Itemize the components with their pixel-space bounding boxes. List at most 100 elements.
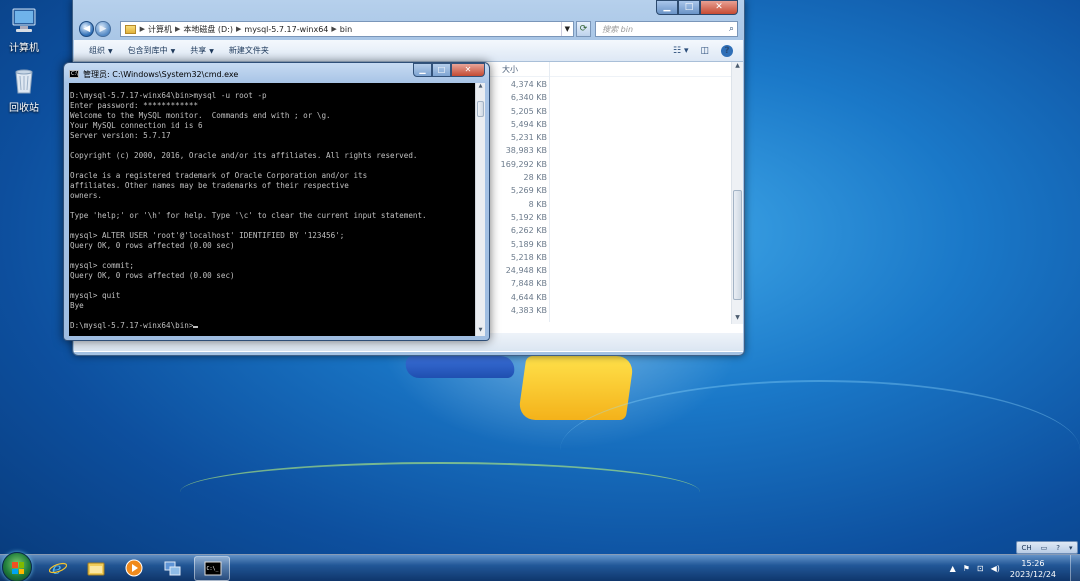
- cmd-window[interactable]: C:\ 管理员: C:\Windows\System32\cmd.exe ▁ □…: [63, 62, 490, 341]
- back-button[interactable]: ◀: [79, 21, 95, 37]
- share-label: 共享: [190, 46, 207, 55]
- chevron-down-icon: ▼: [170, 48, 176, 55]
- include-library-label: 包含到库中: [127, 46, 168, 55]
- view-options-icon[interactable]: ☷ ▾: [673, 46, 688, 56]
- taskbar-explorer[interactable]: [78, 556, 114, 581]
- desktop-icon-computer[interactable]: 计算机: [0, 6, 48, 54]
- media-player-icon: [125, 559, 143, 577]
- svg-text:e: e: [52, 559, 61, 577]
- system-tray: ▲ ⚑ ⊡ ◀) 15:26 2023/12/24: [943, 555, 1080, 581]
- chevron-down-icon[interactable]: ▼: [560, 22, 573, 36]
- help-icon[interactable]: ?: [1056, 544, 1060, 552]
- clock[interactable]: 15:26 2023/12/24: [1010, 558, 1056, 580]
- minimize-button[interactable]: ▁: [656, 0, 678, 15]
- wallpaper-swoosh-2: [560, 380, 1080, 520]
- scroll-down-icon[interactable]: ▼: [732, 314, 743, 324]
- scroll-up-icon[interactable]: ▲: [476, 83, 485, 92]
- file-list-scrollbar[interactable]: ▲ ▼: [731, 62, 743, 324]
- explorer-nav-bar: ◀ ▶ ▶ 计算机 ▶ 本地磁盘 (D:) ▶ mysql-5.7.17-win…: [79, 20, 738, 38]
- scrollbar-thumb[interactable]: [477, 101, 484, 117]
- console-line: mysql> quit: [70, 291, 121, 300]
- scroll-down-icon[interactable]: ▼: [476, 327, 485, 336]
- explorer-icon: [87, 562, 105, 576]
- taskbar-cmd[interactable]: C:\_: [194, 556, 230, 581]
- preview-pane-icon[interactable]: ◫: [700, 46, 709, 56]
- desktop-icon-label: 计算机: [9, 43, 39, 54]
- console-line: Welcome to the MySQL monitor. Commands e…: [70, 111, 331, 120]
- explorer-window-controls: ▁ □ ✕: [656, 0, 738, 15]
- close-button[interactable]: ✕: [700, 0, 738, 15]
- help-icon[interactable]: ?: [721, 44, 733, 57]
- breadcrumb-drive-d[interactable]: 本地磁盘 (D:): [183, 24, 233, 35]
- console-line: affiliates. Other names may be trademark…: [70, 181, 349, 190]
- language-indicator[interactable]: CH: [1021, 544, 1031, 552]
- search-placeholder: 搜索 bin: [602, 24, 634, 34]
- cmd-title-bar[interactable]: C:\ 管理员: C:\Windows\System32\cmd.exe: [69, 66, 238, 82]
- address-bar[interactable]: ▶ 计算机 ▶ 本地磁盘 (D:) ▶ mysql-5.7.17-winx64 …: [119, 21, 574, 37]
- toolbar-right: ☷ ▾ ◫ ?: [673, 44, 733, 57]
- console-output[interactable]: D:\mysql-5.7.17-winx64\bin>mysql -u root…: [69, 83, 475, 336]
- console-line: Type 'help;' or '\h' for help. Type '\c'…: [70, 211, 427, 220]
- clock-date: 2023/12/24: [1009, 569, 1056, 579]
- computer-icon: [9, 6, 39, 36]
- search-input[interactable]: 搜索 bin ⌕: [595, 21, 738, 37]
- scroll-up-icon[interactable]: ▲: [732, 62, 743, 72]
- console-prompt: D:\mysql-5.7.17-winx64\bin>: [70, 321, 194, 330]
- ie-icon: e: [49, 559, 67, 577]
- share-button[interactable]: 共享 ▼: [190, 45, 214, 56]
- breadcrumb-mysql[interactable]: mysql-5.7.17-winx64: [244, 25, 328, 34]
- svg-text:C:\_: C:\_: [207, 566, 220, 572]
- start-button[interactable]: [2, 552, 32, 581]
- taskbar-ie[interactable]: e: [40, 556, 76, 581]
- cmd-close-button[interactable]: ✕: [451, 63, 485, 77]
- cmd-maximize-button[interactable]: □: [432, 63, 451, 77]
- cmd-title: 管理员: C:\Windows\System32\cmd.exe: [83, 69, 239, 79]
- breadcrumb-bin[interactable]: bin: [340, 25, 352, 34]
- taskbar-network-app[interactable]: [154, 556, 190, 581]
- desktop-icon-recycle-bin[interactable]: 回收站: [0, 66, 48, 114]
- chevron-down-icon[interactable]: ▾: [1069, 544, 1073, 552]
- maximize-button[interactable]: □: [678, 0, 700, 15]
- show-desktop-button[interactable]: [1070, 555, 1080, 581]
- forward-button[interactable]: ▶: [95, 21, 111, 37]
- text-cursor: [193, 326, 199, 328]
- cmd-minimize-button[interactable]: ▁: [413, 63, 432, 77]
- chevron-right-icon: ▶: [139, 25, 145, 33]
- breadcrumb-computer[interactable]: 计算机: [148, 24, 172, 35]
- language-bar[interactable]: CH ▭ ? ▾: [1016, 541, 1078, 554]
- flag-icon[interactable]: ⚑: [963, 564, 970, 573]
- cmd-window-controls: ▁ □ ✕: [413, 63, 485, 77]
- column-divider: [549, 62, 550, 322]
- chevron-right-icon: ▶: [236, 25, 242, 33]
- volume-icon[interactable]: ◀): [991, 564, 1000, 573]
- taskbar-media-player[interactable]: [116, 556, 152, 581]
- explorer-toolbar: 组织 ▼ 包含到库中 ▼ 共享 ▼ 新建文件夹 ☷ ▾ ◫ ?: [74, 40, 743, 62]
- network-icon[interactable]: ⊡: [977, 564, 984, 573]
- include-library-button[interactable]: 包含到库中 ▼: [128, 45, 176, 56]
- scrollbar-thumb[interactable]: [733, 190, 742, 300]
- chevron-down-icon: ▼: [209, 48, 214, 55]
- keyboard-icon[interactable]: ▭: [1041, 544, 1048, 552]
- console-line: D:\mysql-5.7.17-winx64\bin>mysql -u root…: [70, 91, 267, 100]
- column-header-size[interactable]: 大小: [502, 64, 518, 75]
- refresh-button[interactable]: ⟳: [575, 21, 592, 37]
- new-folder-button[interactable]: 新建文件夹: [229, 45, 269, 56]
- console-prompt-line[interactable]: D:\mysql-5.7.17-winx64\bin>: [70, 321, 475, 331]
- recycle-bin-icon: [9, 66, 39, 96]
- console-line: Enter password: ************: [70, 101, 199, 110]
- desktop-icon-label: 回收站: [9, 103, 39, 114]
- console-line: Your MySQL connection id is 6: [70, 121, 203, 130]
- cmd-icon: C:\: [69, 70, 79, 78]
- search-icon[interactable]: ⌕: [729, 24, 734, 34]
- organize-button[interactable]: 组织 ▼: [89, 45, 113, 56]
- cmd-scrollbar[interactable]: ▲ ▼: [475, 83, 485, 336]
- console-line: Bye: [70, 301, 84, 310]
- tray-expand-icon[interactable]: ▲: [950, 564, 956, 573]
